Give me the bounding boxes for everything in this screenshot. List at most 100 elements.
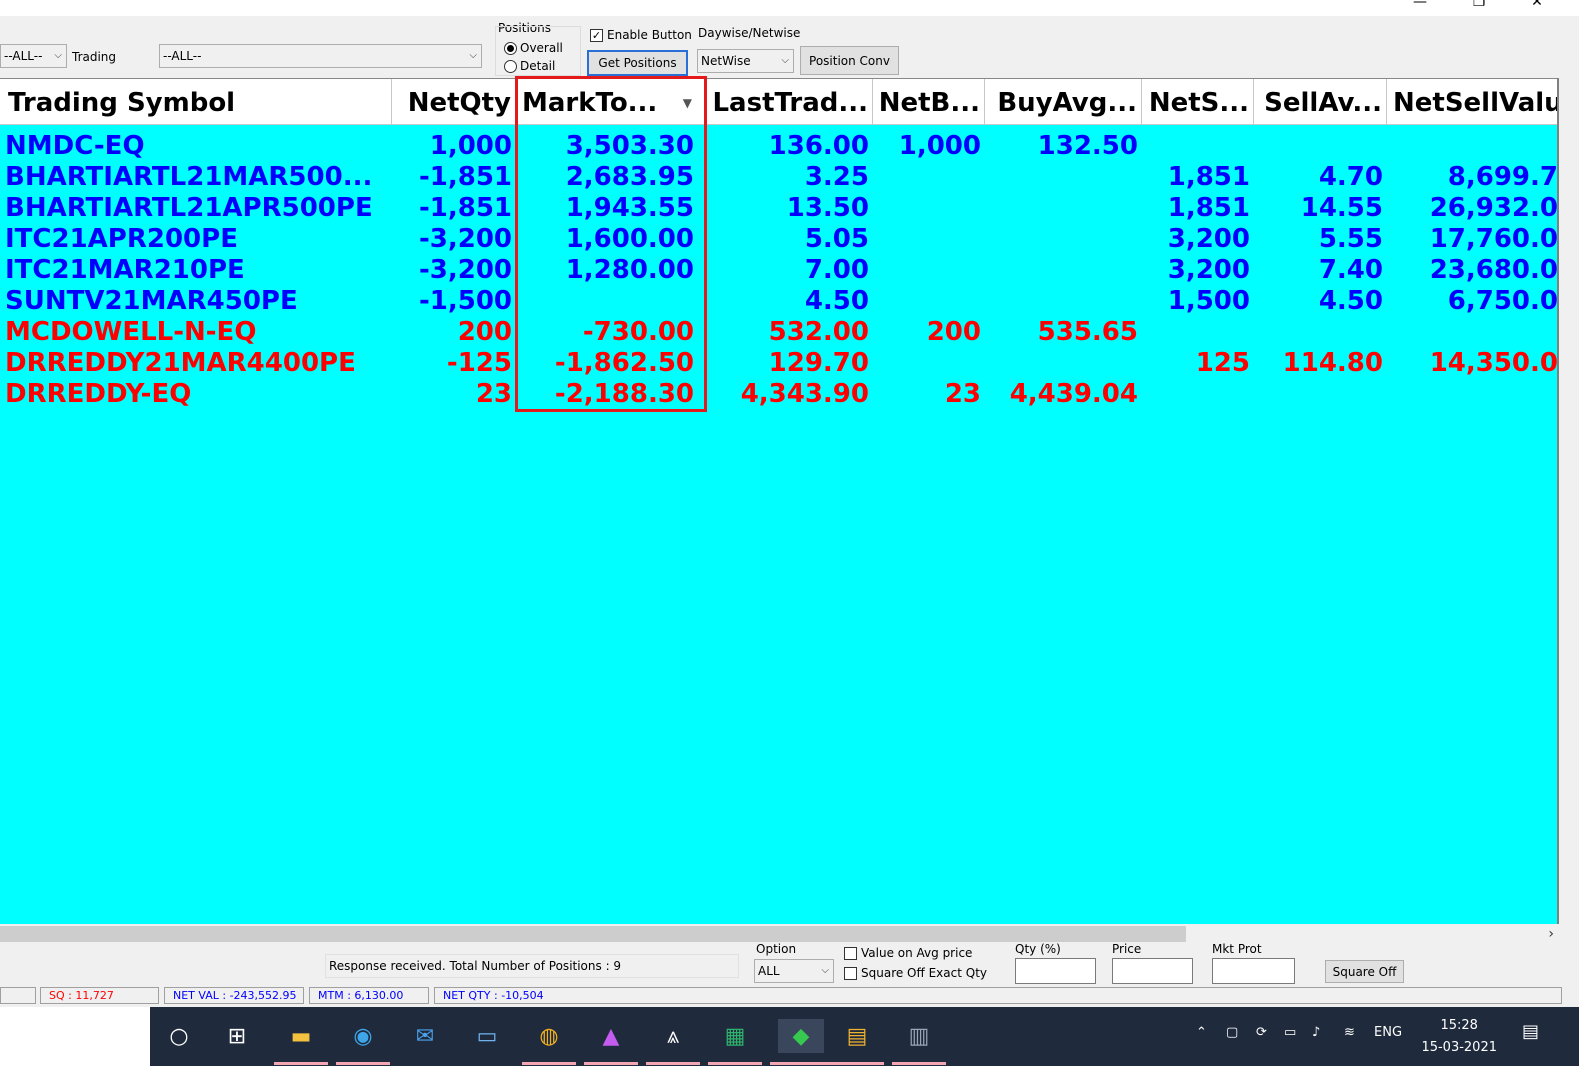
- table-row[interactable]: SUNTV21MAR450PE -1,500 4.50 1,500 4.50 6,750.…: [0, 286, 1558, 317]
- radio-empty-icon: [504, 59, 517, 73]
- checkbox-empty-icon: [844, 966, 857, 980]
- restore-icon[interactable]: ❐: [1469, 0, 1489, 10]
- task-view-icon[interactable]: ⊞: [220, 1019, 254, 1053]
- cell-lasttrad: 136.00: [768, 131, 869, 161]
- grid-right-border: [1557, 78, 1559, 924]
- table-row[interactable]: DRREDDY-EQ 23 -2,188.30 4,343.90 23 4,439.04: [0, 379, 1558, 410]
- chevron-right-icon[interactable]: ›: [1548, 924, 1554, 944]
- tray-chevron-up-icon[interactable]: ⌃: [1196, 1025, 1207, 1040]
- language-indicator[interactable]: ENG: [1374, 1025, 1402, 1040]
- positions-grid[interactable]: Trading Symbol NetQty MarkTo... ▼ LastTr…: [0, 78, 1558, 924]
- trading-select-value: --ALL--: [163, 49, 202, 63]
- table-row[interactable]: BHARTIARTL21APR500PE -1,851 1,943.55 13.50 1…: [0, 193, 1558, 224]
- cell-nets: 3,200: [1167, 224, 1250, 254]
- price-input[interactable]: [1112, 958, 1193, 984]
- table-row[interactable]: ITC21MAR210PE -3,200 1,280.00 7.00 3,200 7.40…: [0, 255, 1558, 286]
- cell-sellav: 5.55: [1318, 224, 1383, 254]
- col-header-markto[interactable]: MarkTo... ▼: [516, 79, 707, 125]
- notification-icon[interactable]: ▤: [1522, 1021, 1539, 1042]
- option-select[interactable]: ALL ⌵: [754, 959, 834, 983]
- mkt-prot-input[interactable]: [1212, 958, 1295, 984]
- table-row[interactable]: NMDC-EQ 1,000 3,503.30 136.00 1,000 132.50: [0, 131, 1558, 162]
- taskbar-clock[interactable]: 15:28 15-03-2021: [1421, 1015, 1497, 1059]
- option-select-value: ALL: [758, 964, 780, 978]
- cell-symbol: BHARTIARTL21APR500PE: [5, 193, 373, 223]
- chrome-underline: [522, 1062, 576, 1065]
- horizontal-scrollbar[interactable]: ›: [0, 924, 1558, 944]
- cell-netb: 23: [944, 379, 981, 409]
- close-icon[interactable]: ✕: [1527, 0, 1547, 10]
- table-row[interactable]: DRREDDY21MAR4400PE -125 -1,862.50 129.70 125…: [0, 348, 1558, 379]
- trading-app-a-icon[interactable]: ▲: [594, 1019, 628, 1053]
- excel-icon[interactable]: ▦: [718, 1019, 752, 1053]
- trading-app-a-underline: [584, 1062, 638, 1065]
- cell-netqty: 23: [475, 379, 512, 409]
- cell-netqty: -1,851: [418, 162, 512, 192]
- chart-app-icon[interactable]: ▤: [840, 1019, 874, 1053]
- position-conv-button[interactable]: Position Conv: [800, 46, 899, 75]
- trading-select[interactable]: --ALL-- ⌵: [159, 44, 482, 68]
- netwise-select[interactable]: NetWise ⌵: [697, 49, 794, 73]
- value-on-avg-label: Value on Avg price: [861, 946, 973, 960]
- toolbar: --ALL-- ⌵ Trading --ALL-- ⌵ Positions Ov…: [0, 16, 1579, 78]
- trading-app-b-icon[interactable]: ⩓: [656, 1019, 690, 1053]
- cell-netb: [873, 255, 985, 286]
- cell-netb: [873, 286, 985, 317]
- calculator-icon[interactable]: ▥: [902, 1019, 936, 1053]
- col-header-netqty[interactable]: NetQty: [392, 79, 516, 125]
- cell-sellav: 14.55: [1300, 193, 1383, 223]
- wifi-icon[interactable]: ≋: [1344, 1025, 1355, 1040]
- col-header-trading-symbol[interactable]: Trading Symbol: [0, 79, 392, 125]
- cell-netsellvalu: 17,760.0: [1429, 224, 1558, 254]
- file-explorer-icon[interactable]: ▬: [284, 1019, 318, 1053]
- status-sq: [0, 987, 36, 1004]
- tray-device-icon[interactable]: ▢: [1226, 1025, 1238, 1040]
- taskbar: ○ ⊞ ▬ ◉ ✉ ▭ ◍ ▲ ⩓ ▦ ◆ ▤ ▥ ⌃ ▢ ⟳ ▭ ♪ ≋ EN…: [150, 1007, 1579, 1066]
- mail-icon[interactable]: ✉: [408, 1019, 442, 1053]
- table-row[interactable]: ITC21APR200PE -3,200 1,600.00 5.05 3,200 5.55…: [0, 224, 1558, 255]
- cell-netsellvalu: [1387, 317, 1558, 348]
- col-header-sellav[interactable]: SellAv...: [1254, 79, 1387, 125]
- square-off-button[interactable]: Square Off: [1325, 960, 1404, 983]
- tray-update-icon[interactable]: ⟳: [1256, 1025, 1267, 1040]
- table-row[interactable]: MCDOWELL-N-EQ 200 -730.00 532.00 200 535.65: [0, 317, 1558, 348]
- value-on-avg-checkbox[interactable]: Value on Avg price: [844, 946, 972, 960]
- cell-netqty: 1,000: [429, 131, 512, 161]
- chrome-icon[interactable]: ◍: [532, 1019, 566, 1053]
- scrollbar-thumb[interactable]: [0, 926, 1186, 942]
- col-header-nets[interactable]: NetS...: [1142, 79, 1254, 125]
- col-header-markto-label: MarkTo...: [522, 88, 658, 118]
- price-label: Price: [1112, 942, 1142, 956]
- detail-radio[interactable]: Detail: [504, 59, 555, 73]
- cell-netb: [873, 162, 985, 193]
- get-positions-button[interactable]: Get Positions: [587, 50, 688, 76]
- cell-nets: [1142, 379, 1254, 410]
- col-header-netb[interactable]: NetB...: [873, 79, 985, 125]
- col-header-lasttrad[interactable]: LastTrad...: [707, 79, 873, 125]
- col-header-netsellvalu[interactable]: NetSellValu: [1387, 79, 1558, 125]
- netwise-select-value: NetWise: [701, 54, 751, 68]
- cell-nets: [1142, 131, 1254, 162]
- edge-browser-icon[interactable]: ◉: [346, 1019, 380, 1053]
- col-header-buyavg[interactable]: BuyAvg...: [985, 79, 1142, 125]
- table-row[interactable]: BHARTIARTL21MAR500... -1,851 2,683.95 3.25 1…: [0, 162, 1558, 193]
- enable-button-checkbox[interactable]: ✓ Enable Button: [590, 28, 692, 42]
- minimize-icon[interactable]: —: [1410, 0, 1430, 10]
- overall-radio[interactable]: Overall: [504, 41, 563, 55]
- status-bar: SQ : 11,727 NET VAL : -243,552.95 MTM : …: [0, 987, 1579, 1005]
- battery-icon[interactable]: ▭: [1284, 1025, 1296, 1040]
- square-off-exact-checkbox[interactable]: Square Off Exact Qty: [844, 966, 987, 980]
- qty-input[interactable]: [1015, 958, 1096, 984]
- status-net-qty: NET QTY : -10,504: [434, 987, 1562, 1004]
- exchange-select[interactable]: --ALL-- ⌵: [0, 44, 67, 68]
- cell-sellav: 114.80: [1282, 348, 1383, 378]
- cell-lasttrad: 7.00: [804, 255, 869, 285]
- start-search-icon[interactable]: ○: [162, 1019, 196, 1053]
- status-message: Response received. Total Number of Posit…: [325, 954, 739, 978]
- cell-lasttrad: 129.70: [768, 348, 869, 378]
- cell-markto: 1,943.55: [565, 193, 694, 223]
- active-trading-app-icon[interactable]: ◆: [778, 1019, 824, 1053]
- volume-icon[interactable]: ♪: [1312, 1025, 1320, 1040]
- cell-sellav: [1254, 131, 1387, 162]
- device-icon[interactable]: ▭: [470, 1019, 504, 1053]
